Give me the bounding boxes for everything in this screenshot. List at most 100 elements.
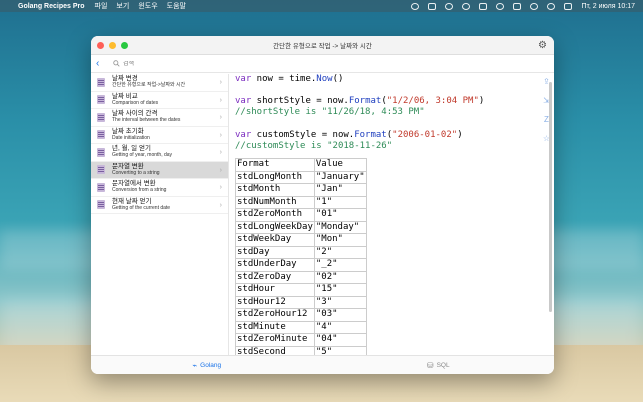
table-cell: "Monday": [313, 220, 367, 234]
table-row: stdMinute "4": [235, 320, 367, 334]
menu-window[interactable]: 윈도우: [138, 1, 157, 11]
chevron-right-icon: ›: [219, 96, 222, 104]
chevron-right-icon: ›: [219, 114, 222, 121]
chevron-right-icon: ›: [219, 184, 222, 191]
gopher-icon: ⌁: [192, 360, 198, 370]
recipe-icon: [97, 77, 105, 87]
table-row: stdHour "15": [235, 283, 367, 297]
recipe-icon: [97, 95, 105, 105]
item-subtitle: The interval between the dates: [112, 117, 181, 124]
list-item[interactable]: 현재 날짜 얻기 Getting of the current date ›: [91, 197, 228, 214]
code-text: now = time.: [251, 74, 317, 84]
display-icon[interactable]: [428, 2, 437, 10]
gear-icon[interactable]: ⚙: [537, 40, 548, 51]
volume-icon[interactable]: [445, 2, 454, 10]
table-cell: "04": [313, 333, 367, 347]
chevron-right-icon: ›: [219, 149, 222, 156]
table-cell: stdMonth: [235, 183, 315, 197]
item-subtitle: Getting of the current date: [112, 204, 171, 211]
table-row: stdUnderDay "_2": [235, 258, 367, 272]
chevron-right-icon: ›: [219, 131, 222, 139]
list-item-selected[interactable]: 문자열 변환 Converting to a string ›: [91, 161, 228, 179]
code-text: (): [332, 74, 344, 84]
table-cell: stdLongMonth: [235, 170, 315, 184]
table-cell: stdWeekDay: [235, 233, 315, 247]
search-bar: ‹: [91, 55, 554, 73]
search-icon[interactable]: [530, 2, 539, 10]
table-cell: "15": [313, 283, 367, 297]
scrollbar[interactable]: [549, 82, 552, 312]
table-cell: "1": [313, 195, 367, 209]
table-cell: stdHour12: [235, 295, 315, 309]
table-cell: stdHour: [235, 283, 315, 297]
database-icon: ⛁: [426, 360, 434, 370]
menu-view[interactable]: 보기: [116, 1, 129, 11]
code-comment: //customStyle is "2018-11-26": [235, 140, 393, 151]
search-field[interactable]: [113, 58, 233, 70]
menu-help[interactable]: 도움말: [167, 1, 186, 11]
code-string: "1/2/06, 3:04 PM": [386, 96, 479, 107]
recipe-icon: [97, 182, 105, 192]
item-subtitle: Converting to a string: [112, 169, 160, 176]
table-row: stdMonth "Jan": [235, 183, 367, 197]
list-item[interactable]: 날짜 사이의 간격 The interval between the dates …: [91, 109, 228, 127]
code-text: ): [457, 129, 463, 140]
item-subtitle: 간단한 유형으로 작업->날짜와 시간: [112, 82, 186, 89]
table-row: stdZeroHour12 "03": [235, 308, 367, 322]
chevron-right-icon: ›: [219, 166, 222, 174]
list-item[interactable]: 날짜 초기화 Date initialization ›: [91, 127, 228, 144]
code-view[interactable]: var now = time.Now() var shortStyle = now…: [230, 74, 540, 355]
chevron-right-icon: ›: [219, 79, 222, 86]
control-center-icon[interactable]: [564, 2, 573, 10]
list-item[interactable]: 날짜 비교 Comparison of dates ›: [91, 92, 228, 109]
user-icon[interactable]: [547, 2, 556, 10]
table-cell: stdZeroMinute: [235, 333, 315, 347]
flag-icon[interactable]: [479, 2, 488, 10]
table-cell: "Jan": [313, 183, 367, 197]
table-cell: stdMinute: [235, 320, 315, 334]
table-cell: stdNumMonth: [235, 195, 315, 209]
search-input[interactable]: [123, 60, 223, 67]
code-keyword: var: [235, 96, 252, 107]
recipe-icon: [97, 112, 105, 122]
table-cell: "Mon": [313, 233, 367, 247]
table-cell: "4": [313, 320, 367, 334]
code-keyword: var: [235, 129, 252, 140]
recipe-icon: [97, 147, 105, 157]
table-cell: stdUnderDay: [235, 258, 315, 272]
tab-bar: ⌁ Golang ⛁ SQL: [91, 355, 554, 374]
menu-app-name[interactable]: Golang Recipes Pro: [18, 3, 85, 10]
list-item[interactable]: 날짜 변경 간단한 유형으로 작업->날짜와 시간 ›: [91, 74, 228, 92]
table-cell: stdZeroDay: [235, 270, 315, 284]
code-comment: //shortStyle is "11/26/18, 4:53 PM": [235, 107, 425, 118]
table-cell: "01": [313, 208, 367, 222]
table-cell: "5": [313, 345, 367, 355]
table-cell: "_2": [313, 258, 367, 272]
back-icon[interactable]: ‹: [96, 58, 110, 69]
code-keyword: var: [235, 74, 252, 84]
list-item[interactable]: 년, 월, 일 얻기 Getting of year, month, day ›: [91, 144, 228, 162]
cloud-icon[interactable]: [411, 2, 420, 10]
item-subtitle: Date initialization: [112, 134, 150, 141]
item-subtitle: Getting of year, month, day: [112, 152, 173, 159]
vpn-icon[interactable]: [462, 2, 471, 10]
table-row: stdZeroMinute "04": [235, 333, 367, 347]
code-text: shortStyle = now.: [251, 96, 349, 107]
item-subtitle: Conversion from a string: [112, 187, 167, 194]
table-cell: stdLongWeekDay: [235, 220, 315, 234]
code-line: var shortStyle = now.Format("1/2/06, 3:0…: [235, 96, 540, 107]
table-row: stdZeroMonth "01": [235, 208, 367, 222]
code-string: "2006-01-02": [392, 129, 458, 140]
battery-icon[interactable]: [513, 2, 522, 10]
menu-bar: Golang Recipes Pro 파일 보기 윈도우 도움말 Пт, 2 и…: [0, 0, 643, 12]
menubar-clock[interactable]: Пт, 2 июля 10:17: [581, 3, 635, 10]
menu-file[interactable]: 파일: [95, 1, 108, 11]
code-line: var now = time.Now(): [235, 74, 540, 85]
tab-golang[interactable]: ⌁ Golang: [91, 356, 323, 374]
tab-sql[interactable]: ⛁ SQL: [323, 356, 555, 374]
window-title: 간단한 유형으로 작업 -> 날짜와 시간: [273, 43, 372, 50]
table-cell: stdZeroMonth: [235, 208, 315, 222]
bluetooth-icon[interactable]: [496, 2, 505, 10]
list-item[interactable]: 문자열에서 변환 Conversion from a string ›: [91, 179, 228, 197]
table-cell: stdZeroHour12: [235, 308, 315, 322]
